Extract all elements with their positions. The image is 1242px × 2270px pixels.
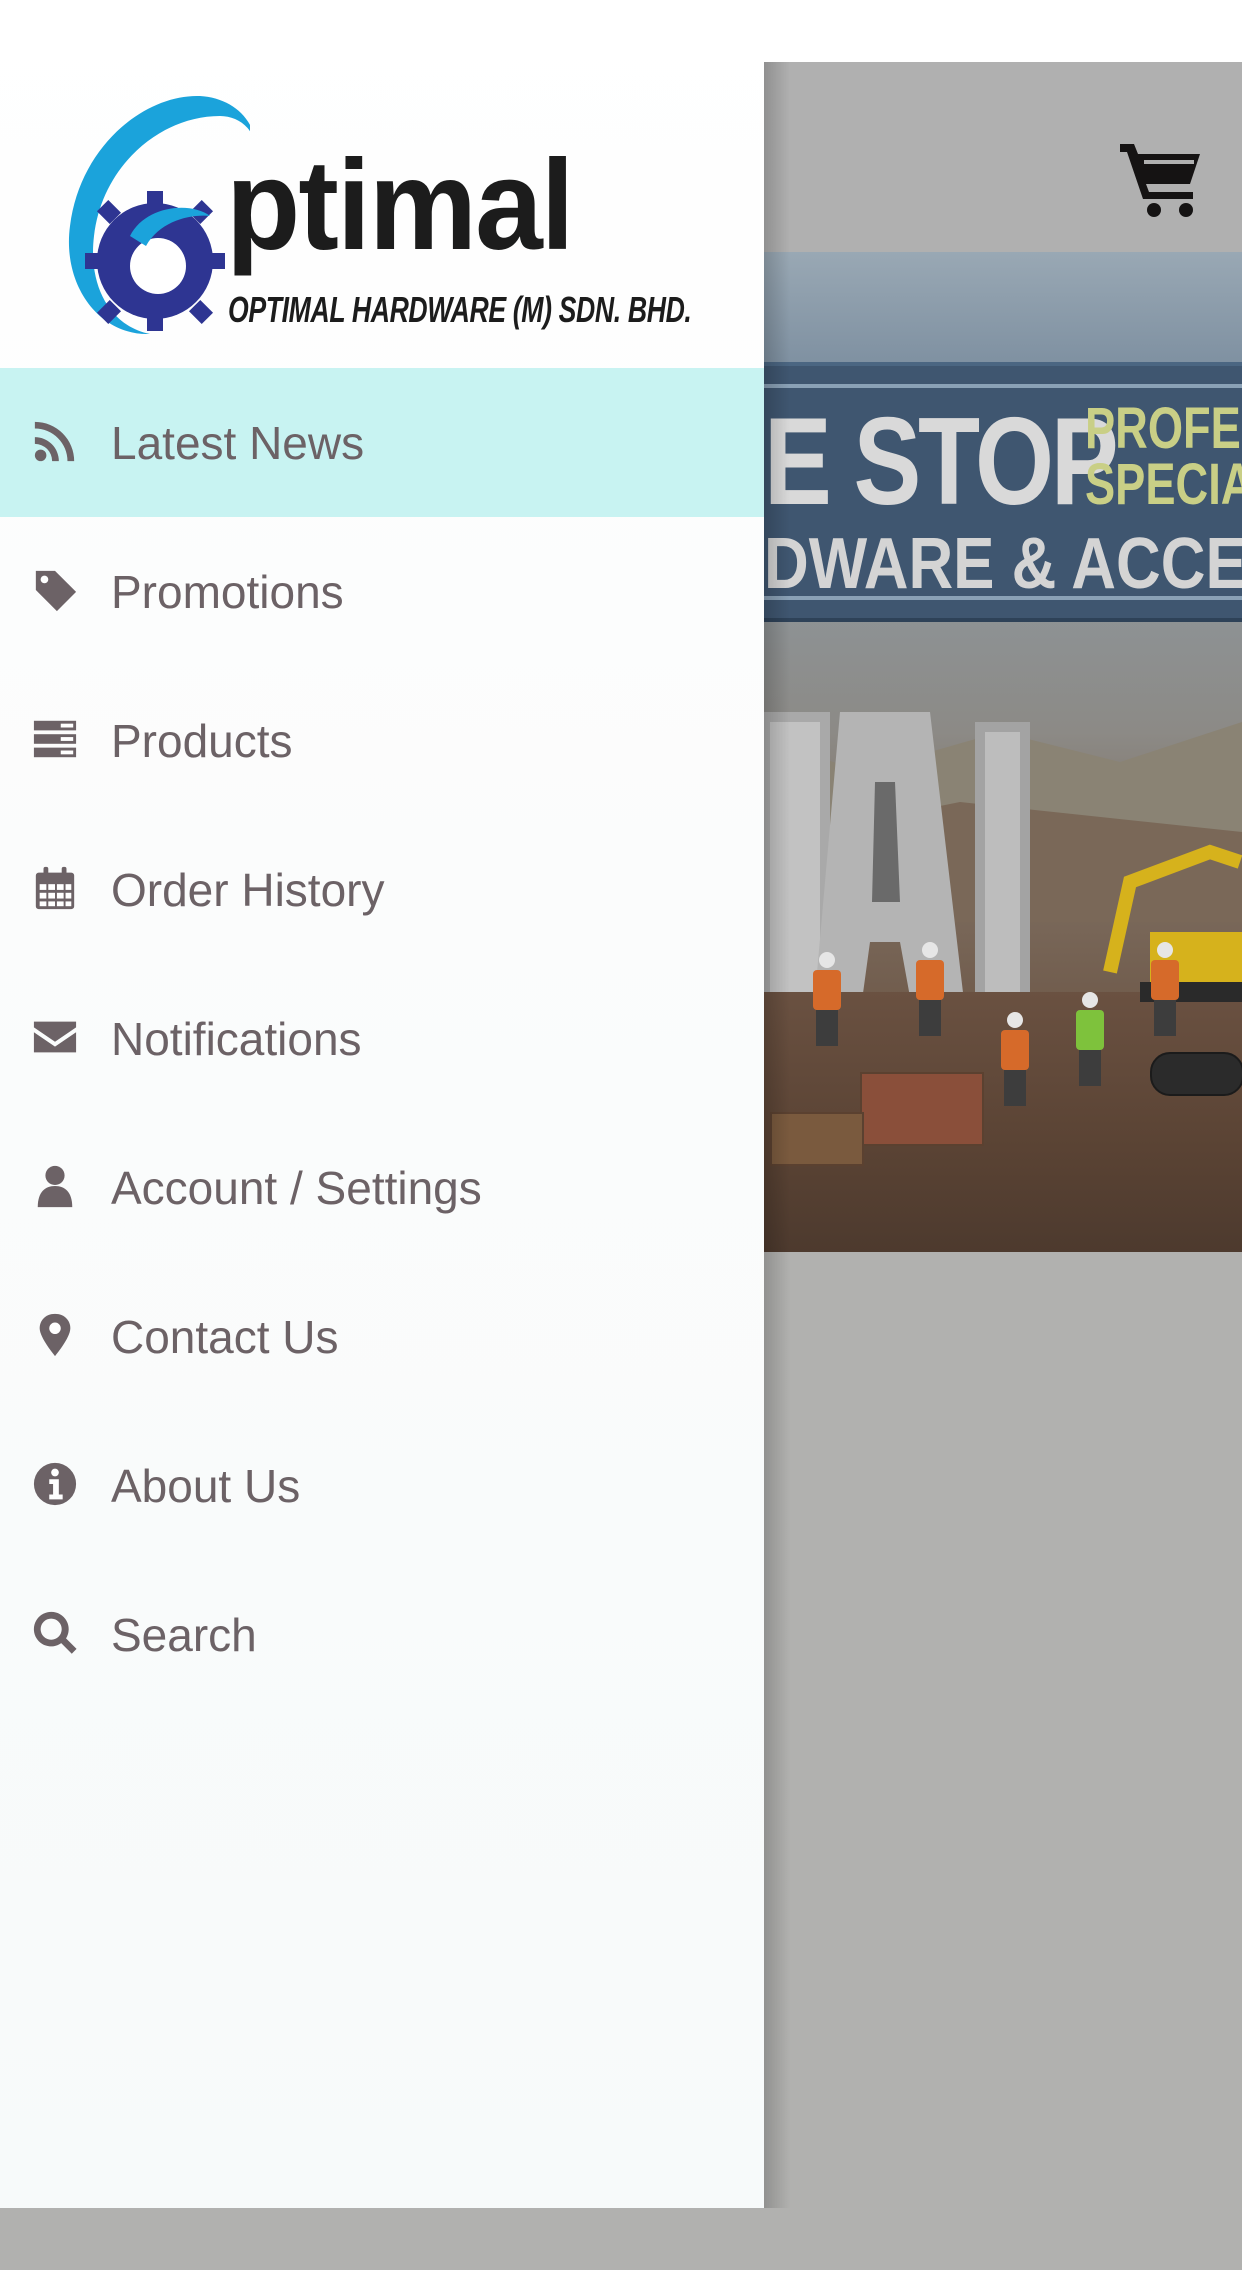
banner-worker xyxy=(1075,992,1105,1086)
company-logo[interactable]: ptimal OPTIMAL HARDWARE (M) SDN. BHD. xyxy=(50,86,710,346)
banner-tagline-2: SPECIA xyxy=(1085,452,1242,517)
logo-company-name: OPTIMAL HARDWARE (M) SDN. BHD. xyxy=(228,289,692,330)
menu-item-label: Order History xyxy=(111,863,385,916)
menu-item-label: Notifications xyxy=(111,1012,362,1065)
menu-item-label: Account / Settings xyxy=(111,1161,482,1214)
menu-item-label: About Us xyxy=(111,1459,301,1512)
menu-item-label: Products xyxy=(111,714,293,767)
banner-tyre-pile xyxy=(1150,1052,1242,1096)
menu-item-latest-news[interactable]: Latest News xyxy=(0,368,764,517)
navigation-drawer: ptimal OPTIMAL HARDWARE (M) SDN. BHD. La… xyxy=(0,0,764,2208)
banner-worker xyxy=(1150,942,1180,1036)
map-marker-icon xyxy=(30,1310,80,1360)
banner-brick-pallet xyxy=(860,1072,984,1146)
menu-item-order-history[interactable]: Order History xyxy=(0,815,764,964)
logo-emblem-icon xyxy=(68,95,250,335)
drawer-shadow xyxy=(764,62,790,2208)
rss-icon xyxy=(30,416,80,466)
logo-wordmark: ptimal xyxy=(226,134,575,277)
menu-item-about-us[interactable]: About Us xyxy=(0,1411,764,1560)
list-icon xyxy=(30,714,80,764)
banner-tagline-1: PROFESS xyxy=(1085,396,1242,461)
shopping-cart-icon[interactable] xyxy=(1118,140,1206,220)
menu-item-contact-us[interactable]: Contact Us xyxy=(0,1262,764,1411)
envelope-icon xyxy=(30,1012,80,1062)
menu-item-label: Promotions xyxy=(111,565,344,618)
tag-icon xyxy=(30,565,80,615)
banner-subheadline: DWARE & ACCESSO xyxy=(764,524,1242,604)
menu-item-notifications[interactable]: Notifications xyxy=(0,964,764,1113)
menu-item-products[interactable]: Products xyxy=(0,666,764,815)
banner-worker xyxy=(1000,1012,1030,1106)
menu-item-search[interactable]: Search xyxy=(0,1560,764,1709)
banner-headline: E STOP xyxy=(764,393,1119,531)
calendar-icon xyxy=(30,863,80,913)
menu-item-label: Latest News xyxy=(111,416,365,469)
search-icon xyxy=(30,1608,80,1658)
banner-worker xyxy=(915,942,945,1036)
user-icon xyxy=(30,1161,80,1211)
menu-item-label: Search xyxy=(111,1608,257,1661)
menu-item-label: Contact Us xyxy=(111,1310,339,1363)
drawer-menu: Latest News Promotions Products Order Hi… xyxy=(0,368,764,1709)
menu-item-promotions[interactable]: Promotions xyxy=(0,517,764,666)
banner-worker xyxy=(812,952,842,1046)
info-icon xyxy=(30,1459,80,1509)
menu-item-account-settings[interactable]: Account / Settings xyxy=(0,1113,764,1262)
